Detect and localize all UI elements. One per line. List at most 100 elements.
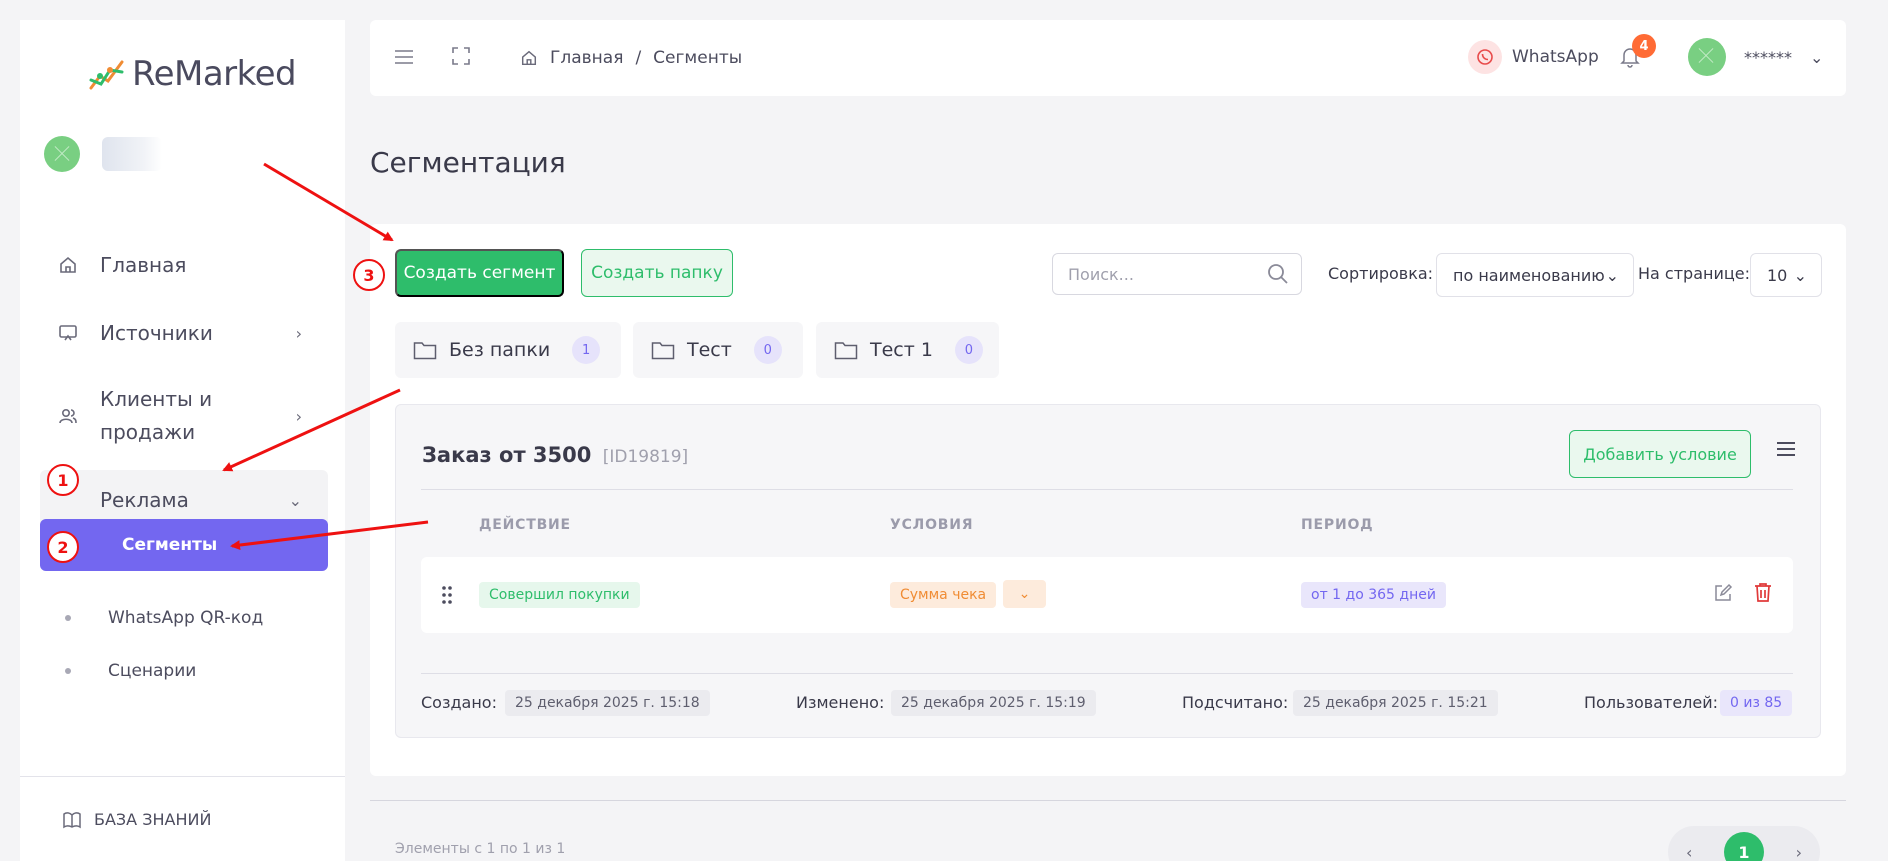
book-icon bbox=[63, 811, 81, 828]
add-condition-button[interactable]: Добавить условие bbox=[1569, 430, 1751, 478]
sidebar-item-label: Клиенты и продажи bbox=[100, 383, 212, 449]
edit-icon[interactable] bbox=[1713, 583, 1733, 607]
folder-count-badge: 0 bbox=[753, 336, 782, 364]
pagination-prev[interactable]: ‹ bbox=[1686, 843, 1692, 861]
folder-count-badge: 1 bbox=[572, 336, 601, 364]
sidebar-divider bbox=[20, 776, 345, 777]
search-input[interactable]: Поиск... bbox=[1052, 253, 1302, 295]
hamburger-menu-icon[interactable] bbox=[394, 46, 414, 71]
sidebar-item-label-line1: Клиенты и bbox=[100, 387, 213, 411]
sidebar-item-clients-sales[interactable]: Клиенты и продажи › bbox=[40, 376, 328, 456]
sidebar-item-label: Реклама bbox=[100, 488, 189, 512]
bullet-icon bbox=[65, 615, 71, 621]
chevron-down-icon: ⌄ bbox=[288, 490, 302, 510]
sidebar-item-home[interactable]: Главная bbox=[40, 245, 328, 285]
created-label: Создано: bbox=[421, 693, 497, 712]
avatar bbox=[44, 136, 80, 172]
knowledge-base-link[interactable]: БАЗА ЗНАНИЙ bbox=[62, 810, 211, 829]
create-segment-button[interactable]: Создать сегмент bbox=[395, 249, 564, 297]
sort-select[interactable]: по наименованию ⌄ bbox=[1436, 253, 1634, 297]
divider bbox=[370, 800, 1846, 801]
sidebar-item-sources[interactable]: Источники › bbox=[40, 313, 328, 353]
trash-icon[interactable] bbox=[1754, 582, 1772, 607]
folder-count-badge: 0 bbox=[954, 336, 983, 364]
per-page-value: 10 bbox=[1767, 265, 1788, 285]
divider bbox=[421, 489, 1793, 490]
condition-expand-button[interactable]: ⌄ bbox=[1003, 580, 1046, 608]
sort-value: по наименованию bbox=[1453, 265, 1605, 285]
chevron-down-icon: ⌄ bbox=[1605, 265, 1619, 285]
blurred-user-name bbox=[102, 137, 162, 171]
breadcrumb-home[interactable]: Главная bbox=[550, 48, 623, 68]
segment-card: Заказ от 3500 [ID19819] Добавить условие… bbox=[395, 404, 1821, 738]
fullscreen-icon[interactable] bbox=[452, 46, 470, 71]
breadcrumb-separator: / bbox=[635, 48, 642, 68]
folder-test[interactable]: Тест 0 bbox=[633, 322, 803, 378]
users-icon bbox=[56, 404, 80, 428]
page-title: Сегментация bbox=[370, 146, 566, 179]
search-icon[interactable] bbox=[1267, 263, 1289, 285]
segment-title: Заказ от 3500 [ID19819] bbox=[422, 443, 688, 467]
sidebar-subitem-segments[interactable]: Сегменты bbox=[40, 519, 328, 571]
folder-test-1[interactable]: Тест 1 0 bbox=[816, 322, 999, 378]
annotation-marker-3: 3 bbox=[353, 259, 385, 291]
folder-icon bbox=[651, 342, 675, 360]
period-tag: от 1 до 365 дней bbox=[1301, 582, 1446, 608]
knowledge-base-label: БАЗА ЗНАНИЙ bbox=[94, 810, 212, 829]
notification-badge: 4 bbox=[1632, 34, 1656, 58]
sidebar-subitem-whatsapp-qr[interactable]: WhatsApp QR-код bbox=[40, 592, 328, 644]
sidebar: ReMarked Главная Источники › Клиенты и п… bbox=[20, 20, 345, 861]
pagination-summary: Элементы с 1 по 1 из 1 bbox=[395, 841, 566, 857]
counted-value: 25 декабря 2025 г. 15:21 bbox=[1293, 690, 1498, 716]
pagination-page-current[interactable]: 1 bbox=[1724, 832, 1764, 861]
chevron-down-icon: ⌄ bbox=[1018, 586, 1031, 602]
user-menu[interactable]: ****** ⌄ bbox=[1688, 38, 1823, 76]
segments-card: Создать сегмент Создать папку Поиск... С… bbox=[370, 224, 1846, 776]
top-bar: Главная / Сегменты WhatsApp 4 ****** ⌄ bbox=[370, 20, 1846, 96]
action-tag: Совершил покупки bbox=[479, 582, 640, 608]
sidebar-item-label: Источники bbox=[100, 321, 213, 345]
folder-name: Тест bbox=[687, 339, 732, 361]
annotation-marker-1: 1 bbox=[47, 464, 79, 496]
sidebar-user[interactable] bbox=[44, 136, 162, 172]
breadcrumb: Главная / Сегменты bbox=[520, 48, 742, 68]
sidebar-item-label: Главная bbox=[100, 253, 187, 277]
counted-label: Подсчитано: bbox=[1182, 693, 1289, 712]
menu-icon[interactable] bbox=[1776, 441, 1796, 461]
users-label: Пользователей: bbox=[1584, 693, 1719, 712]
segment-id: [ID19819] bbox=[602, 447, 689, 467]
app-logo[interactable]: ReMarked bbox=[88, 54, 297, 94]
column-header-action: ДЕЙСТВИЕ bbox=[479, 517, 571, 533]
breadcrumb-current: Сегменты bbox=[653, 48, 743, 68]
sidebar-subitem-label: Сегменты bbox=[122, 535, 218, 555]
per-page-select[interactable]: 10 ⌄ bbox=[1750, 253, 1822, 297]
monitor-icon bbox=[56, 321, 80, 345]
logo-chart-icon bbox=[89, 60, 124, 90]
divider bbox=[421, 673, 1793, 674]
pagination-next[interactable]: › bbox=[1796, 843, 1802, 861]
chevron-down-icon: ⌄ bbox=[1810, 47, 1824, 67]
chevron-down-icon: ⌄ bbox=[1793, 265, 1807, 285]
annotation-marker-2: 2 bbox=[47, 531, 79, 563]
home-icon bbox=[56, 253, 80, 277]
condition-tag: Сумма чека bbox=[890, 582, 997, 608]
sidebar-subitem-label: WhatsApp QR-код bbox=[108, 608, 264, 628]
folder-no-folder[interactable]: Без папки 1 bbox=[395, 322, 621, 378]
home-icon[interactable] bbox=[520, 49, 538, 67]
create-folder-button[interactable]: Создать папку bbox=[581, 249, 733, 297]
sort-label: Сортировка: bbox=[1328, 264, 1434, 283]
whatsapp-icon bbox=[1468, 40, 1502, 74]
drag-handle-icon[interactable] bbox=[441, 585, 453, 609]
modified-label: Изменено: bbox=[796, 693, 885, 712]
created-value: 25 декабря 2025 г. 15:18 bbox=[505, 690, 710, 716]
column-header-conditions: УСЛОВИЯ bbox=[890, 517, 974, 533]
whatsapp-status[interactable]: WhatsApp bbox=[1468, 40, 1599, 74]
folder-icon bbox=[834, 342, 858, 360]
folder-name: Тест 1 bbox=[870, 339, 933, 361]
sidebar-subitem-scenarios[interactable]: Сценарии bbox=[40, 645, 328, 697]
pagination: ‹ 1 › bbox=[1668, 826, 1820, 861]
segment-name: Заказ от 3500 bbox=[422, 443, 592, 467]
logo-text: ReMarked bbox=[132, 54, 297, 94]
bullet-icon bbox=[65, 668, 71, 674]
users-value: 0 из 85 bbox=[1720, 690, 1793, 716]
